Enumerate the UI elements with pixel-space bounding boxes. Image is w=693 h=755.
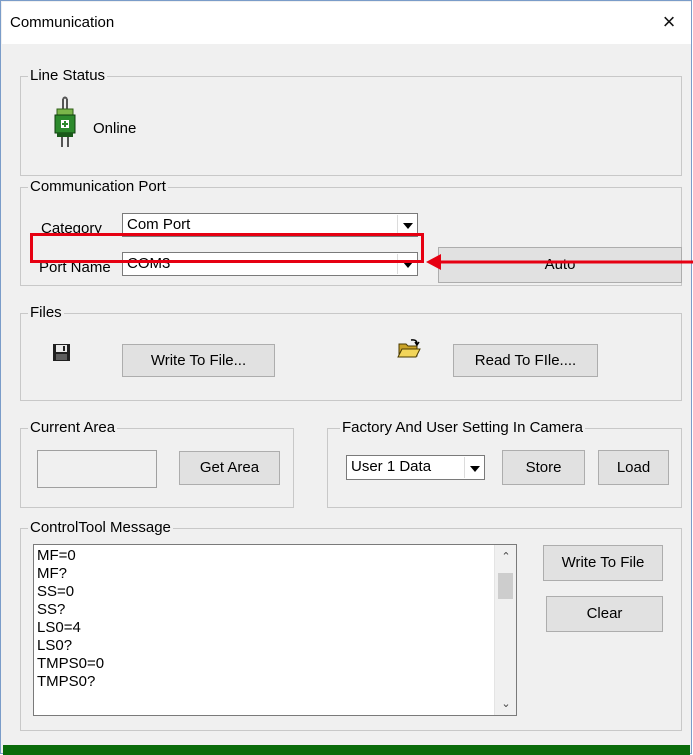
get-area-label: Get Area [199,459,260,476]
user-data-select[interactable]: User 1 Data [346,455,485,480]
message-line: LS0=4 [37,619,81,636]
message-line: TMPS0? [37,673,96,690]
write-to-file-button[interactable]: Write To File... [122,344,275,377]
clear-button[interactable]: Clear [546,596,663,632]
line-status-legend: Line Status [28,67,108,85]
store-label: Store [525,459,562,476]
message-line: MF=0 [37,547,76,564]
floppy-disk-icon[interactable] [51,342,73,364]
load-label: Load [616,459,651,476]
scroll-down-icon[interactable]: ⌄ [495,693,516,715]
write-to-file-label: Write To File... [150,352,247,369]
message-write-to-file-button[interactable]: Write To File [543,545,663,581]
read-to-file-label: Read To FIle.... [474,352,577,369]
files-legend: Files [28,304,64,322]
window-title: Communication [10,14,115,31]
chevron-down-icon[interactable] [464,457,483,478]
plug-connected-icon [53,95,77,151]
message-line: TMPS0=0 [37,655,105,672]
message-line: LS0? [37,637,73,654]
port-name-highlight-box [30,233,424,263]
category-value: Com Port [127,216,191,233]
line-status-text: Online [93,120,137,137]
message-legend: ControlTool Message [28,519,173,537]
message-line: MF? [37,565,67,582]
current-area-legend: Current Area [28,419,118,437]
clear-label: Clear [586,605,623,622]
communication-port-legend: Communication Port [28,178,168,196]
store-button[interactable]: Store [502,450,585,485]
factory-setting-legend: Factory And User Setting In Camera [340,419,585,437]
message-write-to-file-label: Write To File [561,554,645,571]
open-folder-icon[interactable] [397,338,421,360]
annotation-arrow-icon [426,254,693,270]
read-to-file-button[interactable]: Read To FIle.... [453,344,598,377]
load-button[interactable]: Load [598,450,669,485]
current-area-field[interactable] [37,450,157,488]
chevron-down-icon[interactable] [397,215,416,235]
scroll-thumb[interactable] [498,573,513,599]
user-data-value: User 1 Data [351,458,432,475]
message-scrollbar[interactable]: ⌃ ⌄ [494,545,516,715]
scroll-up-icon[interactable]: ⌃ [495,545,516,567]
message-list[interactable]: MF=0 MF? SS=0 SS? LS0=4 LS0? TMPS0=0 TMP… [33,544,517,716]
message-line: SS? [37,601,66,618]
message-line: SS=0 [37,583,75,600]
communication-window: Communication × Line Status Online Commu… [0,0,692,755]
close-button[interactable]: × [650,4,688,42]
get-area-button[interactable]: Get Area [179,451,280,485]
title-bar: Communication × [2,2,691,44]
